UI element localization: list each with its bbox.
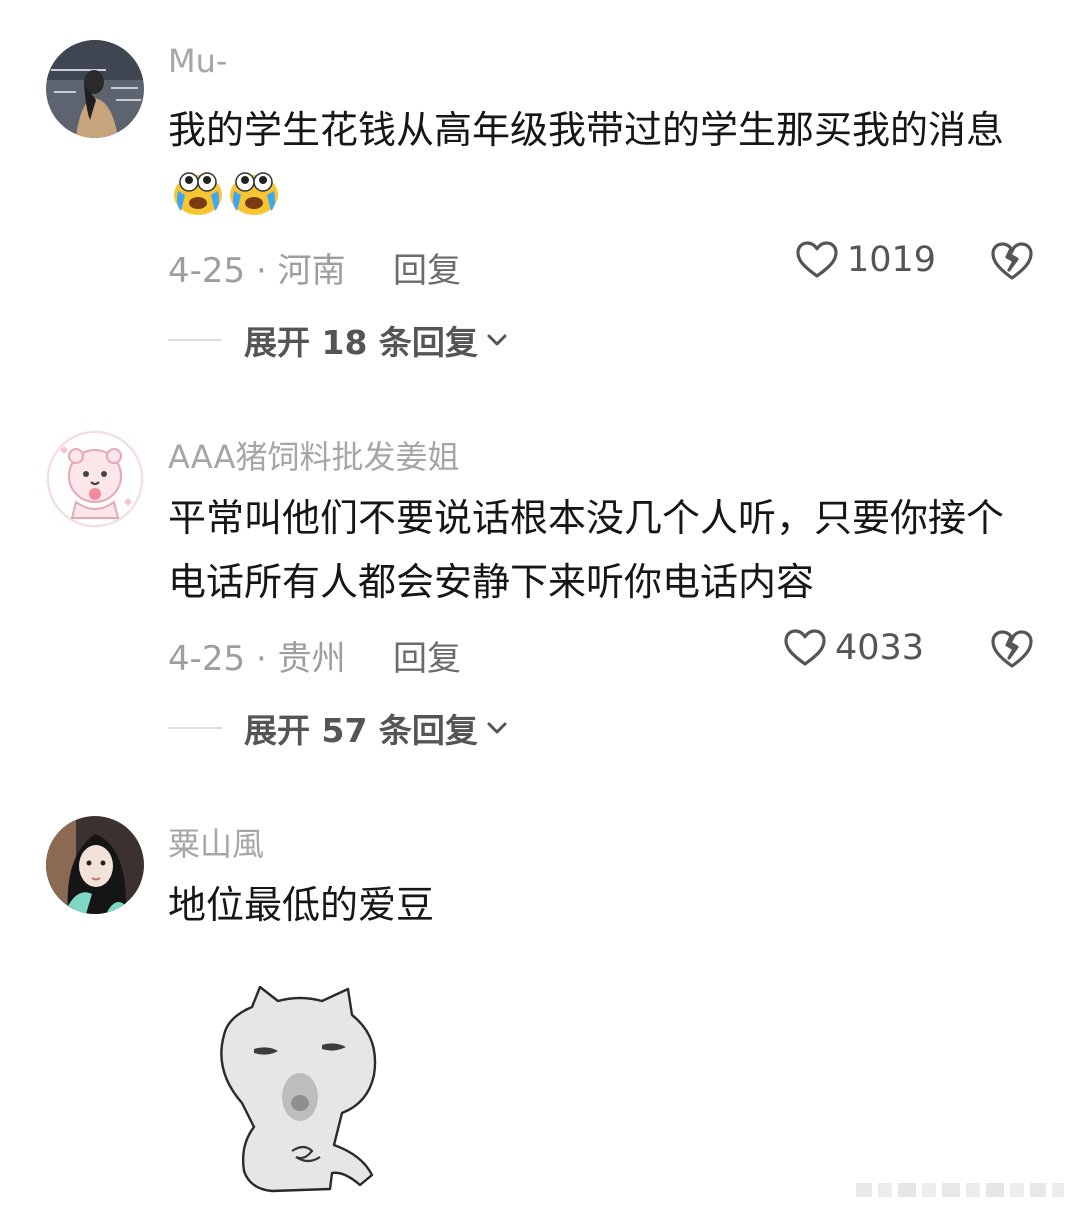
divider-line [168, 727, 222, 729]
like-button[interactable]: 4033 [783, 628, 924, 668]
chevron-down-icon [487, 722, 507, 734]
username[interactable]: Mu- [168, 42, 227, 80]
expand-replies-button[interactable]: 展开 18 条回复 [168, 316, 508, 364]
dislike-button[interactable] [990, 628, 1034, 674]
divider-line [168, 339, 222, 341]
reply-button[interactable]: 回复 [393, 631, 461, 680]
comment-text: 平常叫他们不要说话根本没几个人听，只要你接个电话所有人都会安静下来听你电话内容 [168, 496, 1005, 604]
avatar[interactable] [46, 430, 144, 528]
like-button[interactable]: 1019 [795, 240, 936, 280]
comment-date-location: 4-25 · 河南 [168, 251, 346, 291]
crying-face-emoji-icon [174, 172, 222, 215]
watermark-icon [856, 1180, 1066, 1204]
comment-text: 我的学生花钱从高年级我带过的学生那买我的消息 [168, 98, 1038, 226]
crying-face-emoji-icon [230, 172, 278, 215]
grey-cat-sticker-icon [220, 985, 377, 1193]
heart-outline-icon [796, 241, 838, 278]
broken-heart-icon [991, 630, 1033, 668]
avatar[interactable] [46, 816, 144, 914]
username[interactable]: AAA猪饲料批发姜姐 [168, 432, 459, 478]
comment-text: 地位最低的爱豆 [168, 883, 435, 927]
expand-replies-button[interactable]: 展开 57 条回复 [168, 704, 508, 752]
heart-outline-icon [784, 629, 826, 666]
expand-replies-label: 展开 18 条回复 [244, 323, 478, 362]
chevron-down-icon [487, 334, 507, 346]
like-count: 1019 [847, 240, 937, 280]
reply-button[interactable]: 回复 [393, 243, 461, 292]
like-count: 4033 [835, 628, 925, 668]
dislike-button[interactable] [990, 240, 1034, 286]
cat-meme-sticker[interactable] [212, 985, 387, 1199]
comment-date-location: 4-25 · 贵州 [168, 639, 346, 679]
broken-heart-icon [991, 242, 1033, 280]
avatar[interactable] [46, 40, 144, 138]
comment-text-content: 我的学生花钱从高年级我带过的学生那买我的消息 [168, 108, 1005, 152]
username[interactable]: 粟山風 [168, 819, 264, 865]
expand-replies-label: 展开 57 条回复 [244, 711, 478, 750]
